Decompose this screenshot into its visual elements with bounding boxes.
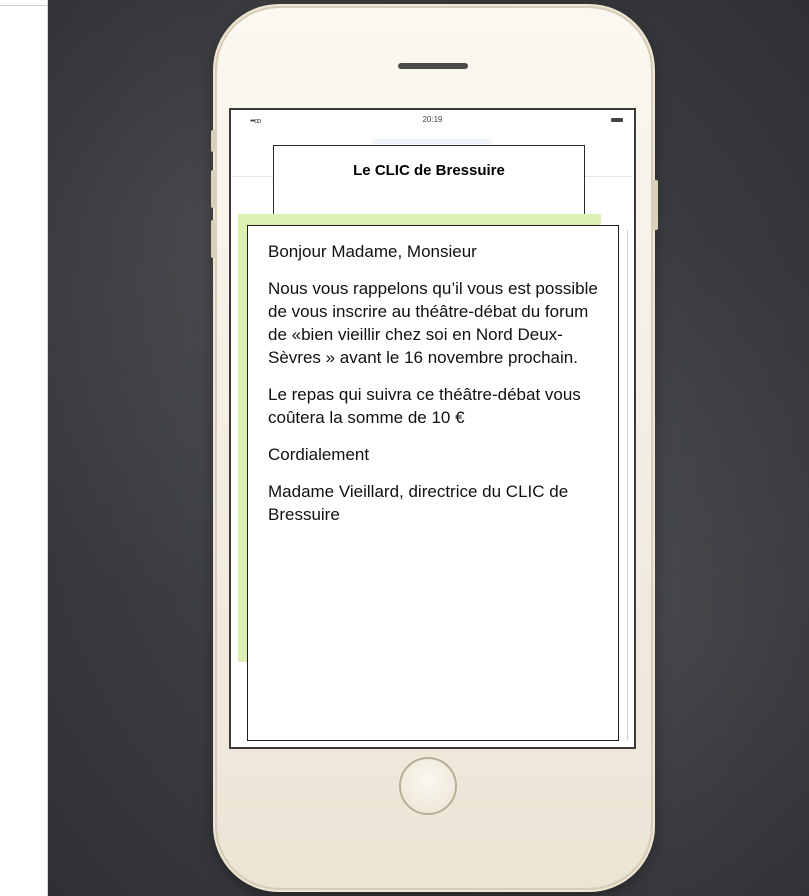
screen-edge-line [627, 230, 628, 740]
page-divider [0, 5, 47, 6]
page-title: Le CLIC de Bressuire [353, 162, 505, 179]
battery-icon [611, 118, 623, 122]
phone-power-button [652, 180, 658, 230]
message-box: Bonjour Madame, Monsieur Nous vous rappe… [247, 225, 619, 741]
header-box: Le CLIC de Bressuire [273, 145, 585, 216]
phone-volume-down-button [211, 220, 217, 258]
status-bar: •••oo 20:19 [232, 111, 633, 133]
message-closing: Cordialement [268, 445, 370, 464]
phone-side-button [211, 130, 217, 152]
message-signature: Madame Vieillard, directrice du CLIC de … [268, 482, 569, 524]
message-paragraph-1: Nous vous rappelons qu’il vous est possi… [268, 279, 598, 367]
status-time: 20:19 [422, 115, 443, 124]
nav-bar-faint [372, 139, 492, 144]
page-margin [0, 0, 48, 896]
home-button[interactable] [399, 757, 457, 815]
message-greeting: Bonjour Madame, Monsieur [268, 242, 477, 261]
phone-speaker [398, 63, 468, 69]
phone-volume-up-button [211, 170, 217, 208]
message-paragraph-2: Le repas qui suivra ce théâtre-débat vou… [268, 385, 581, 427]
